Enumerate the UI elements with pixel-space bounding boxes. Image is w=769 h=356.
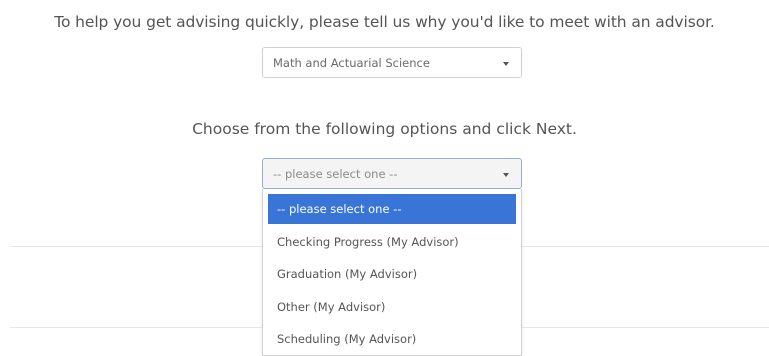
department-select-value: Math and Actuarial Science — [273, 56, 430, 70]
reason-select[interactable]: -- please select one -- — [262, 158, 522, 189]
reason-select-value: -- please select one -- — [273, 167, 398, 181]
dropdown-option-graduation[interactable]: Graduation (My Advisor) — [268, 259, 516, 289]
dropdown-option-scheduling[interactable]: Scheduling (My Advisor) — [268, 324, 516, 354]
prompt-text: Choose from the following options and cl… — [192, 120, 577, 138]
dropdown-option-placeholder[interactable]: -- please select one -- — [268, 194, 516, 224]
dropdown-option-other[interactable]: Other (My Advisor) — [268, 292, 516, 322]
reason-dropdown-list: -- please select one -- Checking Progres… — [262, 189, 522, 356]
department-select[interactable]: Math and Actuarial Science — [262, 47, 522, 78]
caret-down-icon — [503, 173, 509, 177]
caret-down-icon — [503, 62, 509, 66]
intro-text: To help you get advising quickly, please… — [54, 13, 715, 31]
dropdown-option-checking-progress[interactable]: Checking Progress (My Advisor) — [268, 227, 516, 257]
